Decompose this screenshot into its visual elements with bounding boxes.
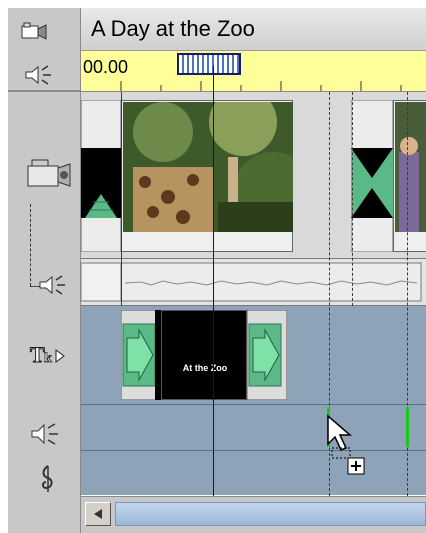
movie-title-bar: A Day at the Zoo [81,8,426,51]
scroll-thumb[interactable] [115,502,426,526]
clip-boundary [121,92,122,306]
divider [8,90,80,92]
clip-thumbnail [123,102,293,232]
title-transition-clip[interactable] [121,310,161,400]
transition-clip[interactable] [81,100,121,252]
svg-text:T: T [30,342,45,367]
title-text-icon[interactable]: T k [28,340,68,370]
title-track[interactable]: At the Zoo [81,306,426,405]
timecode: 00.00 [83,57,129,77]
insert-marker [406,407,409,447]
time-ruler[interactable]: 00.00 [81,51,426,92]
playhead-scrubber[interactable] [177,53,241,75]
title-transition-clip[interactable] [247,310,287,400]
speaker-icon[interactable] [30,422,64,446]
transition-clip[interactable] [351,100,393,252]
sound-effects-track[interactable] [81,405,426,451]
playhead-line [213,66,214,496]
camcorder-icon[interactable] [22,156,74,196]
ruler-ticks [120,81,402,91]
clip-boundary [352,92,353,306]
music-clef-icon[interactable] [36,464,60,494]
track-icon-column: T k [8,8,81,533]
link-line [30,204,31,286]
movie-window: T k A Day at the Zoo 00.00 At the Zoo [0,0,426,533]
movie-window-icon[interactable] [20,22,48,42]
video-track[interactable] [81,92,426,259]
arrow-left-icon [94,509,102,519]
horizontal-scrollbar[interactable] [81,496,426,533]
speaker-icon[interactable] [24,64,56,86]
background-music-track[interactable] [81,451,426,495]
clip-thumbnail [395,102,426,232]
speaker-icon[interactable] [38,274,70,296]
movie-title: A Day at the Zoo [91,16,255,41]
drag-copy-cursor-icon [327,414,365,475]
svg-text:k: k [44,351,52,366]
video-clip[interactable] [121,100,293,252]
video-audio-track[interactable] [81,259,426,306]
title-clip[interactable]: At the Zoo [161,310,247,400]
scroll-left-button[interactable] [85,502,111,526]
audio-waveform [81,262,422,302]
video-clip[interactable] [393,100,426,252]
title-clip-text: At the Zoo [182,363,228,373]
